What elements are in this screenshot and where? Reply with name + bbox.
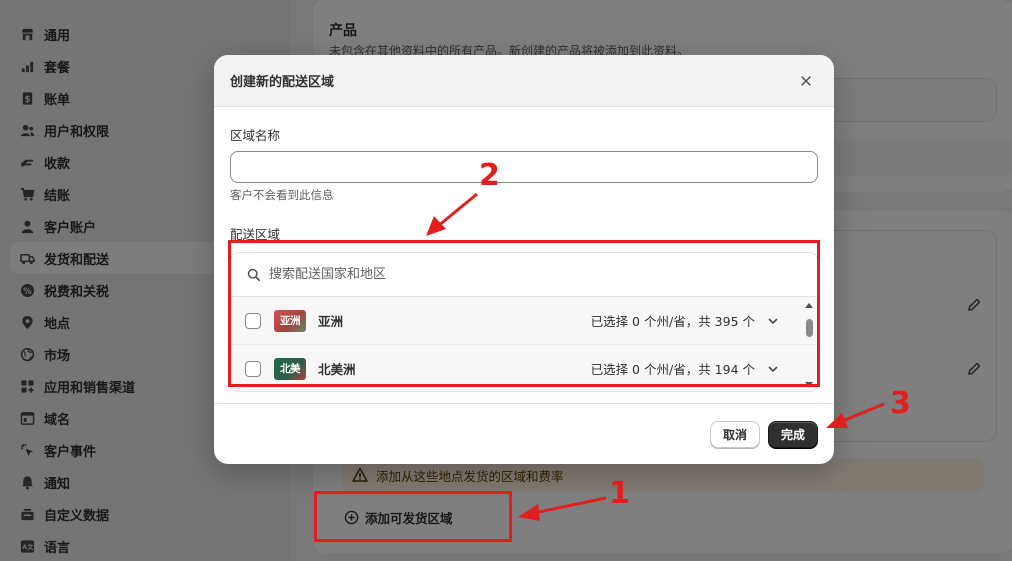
annotation-number-1: 1	[609, 476, 630, 511]
annotation-number-2: 2	[479, 158, 500, 193]
annotation-box-zone-selector	[228, 240, 820, 387]
annotation-number-3: 3	[890, 386, 911, 421]
dialog-footer: 取消 完成	[214, 403, 834, 464]
zone-name-input[interactable]	[230, 151, 818, 183]
cancel-button[interactable]: 取消	[709, 420, 760, 448]
done-button[interactable]: 完成	[767, 420, 818, 448]
dialog-header: 创建新的配送区域	[214, 55, 834, 107]
annotation-box-add-zone	[314, 491, 512, 542]
zone-name-label: 区域名称	[230, 128, 281, 143]
close-button[interactable]	[794, 69, 818, 93]
dialog-title: 创建新的配送区域	[230, 75, 335, 90]
close-icon	[801, 75, 811, 86]
zone-name-help: 客户不会看到此信息	[230, 188, 334, 202]
